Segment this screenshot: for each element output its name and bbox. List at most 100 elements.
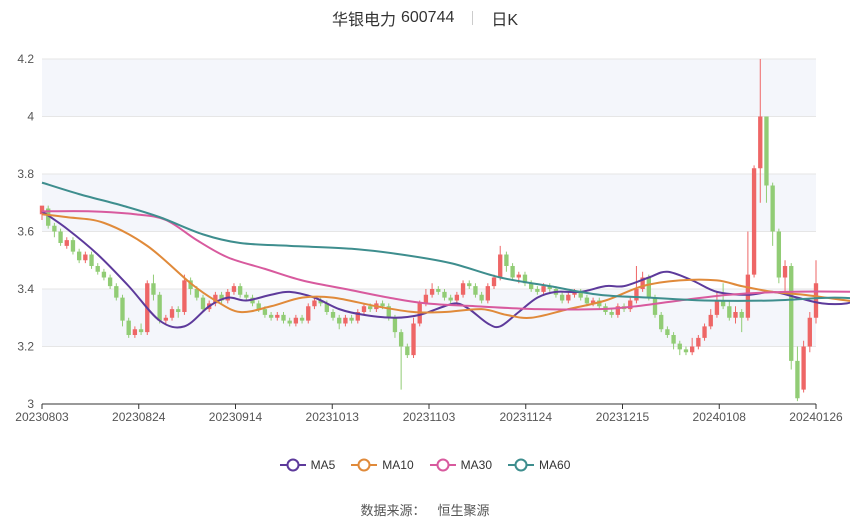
candle-body: [795, 360, 800, 399]
chart-legend: MA5 MA10 MA30 MA60: [0, 458, 850, 472]
candle-body: [702, 326, 707, 338]
legend-label-ma60: MA60: [539, 458, 571, 472]
y-tick-label: 3.2: [17, 340, 34, 354]
y-tick-label: 3.6: [17, 225, 34, 239]
candle-body: [751, 168, 757, 275]
candle-body: [473, 286, 478, 295]
candle-body: [429, 289, 435, 295]
legend-item-ma60[interactable]: MA60: [508, 458, 570, 472]
candle-body: [138, 329, 144, 333]
candle-body: [89, 254, 94, 266]
candle-body: [392, 317, 398, 333]
y-tick-label: 4.2: [17, 52, 34, 66]
candle-body: [411, 323, 416, 356]
y-tick-label: 4: [27, 110, 34, 124]
x-tick-label: 20240108: [693, 410, 747, 424]
candle-body: [566, 294, 571, 301]
candle-body: [244, 294, 249, 298]
candle-body: [225, 291, 230, 301]
candle-body: [262, 309, 268, 315]
candle-body: [634, 289, 639, 301]
candlestick-chart: 3 3.2 3.4 3.6 3.8 4 4.2 20230803 20230824 2023091…: [15, 52, 850, 424]
candle-body: [76, 251, 82, 261]
candle-body: [83, 254, 88, 261]
candle-body: [758, 116, 763, 169]
candle-body: [770, 185, 775, 232]
candle-body: [801, 346, 806, 390]
candle-body: [380, 303, 385, 307]
candle-body: [460, 283, 466, 295]
candle-body: [107, 277, 113, 287]
candle-body: [659, 314, 664, 330]
x-tick-label: 20231124: [500, 410, 553, 424]
candle-body: [368, 306, 373, 310]
candle-body: [714, 300, 720, 315]
candle-body: [535, 289, 540, 292]
candle-body: [652, 297, 658, 315]
candle-body: [733, 312, 738, 318]
candle-body: [306, 306, 311, 321]
candle-body: [510, 266, 515, 278]
x-tick-label: 20240126: [789, 410, 843, 424]
candle-body: [516, 274, 521, 278]
candle-body: [442, 291, 447, 298]
candle-body: [330, 312, 336, 318]
legend-label-ma5: MA5: [310, 458, 336, 472]
legend-item-ma10[interactable]: MA10: [351, 458, 414, 472]
x-tick-label: 20231103: [403, 410, 456, 424]
candle-body: [52, 225, 57, 232]
candle-body: [609, 312, 614, 315]
candle-body: [504, 254, 509, 266]
candle-body: [349, 317, 354, 321]
candle-body: [417, 303, 422, 324]
candle-body: [101, 271, 107, 278]
candle-body: [813, 283, 819, 318]
candle-body: [64, 240, 69, 246]
x-tick-label: 20230803: [15, 410, 69, 424]
candle-body: [423, 294, 429, 304]
candle-body: [176, 309, 181, 312]
candle-body: [299, 317, 305, 321]
candle-body: [126, 320, 131, 335]
candle-body: [696, 337, 701, 347]
candle-body: [739, 312, 744, 318]
candle-body: [454, 294, 460, 301]
grid-band: [42, 174, 816, 232]
x-tick-label: 20230914: [209, 410, 263, 424]
candle-body: [727, 306, 732, 318]
candle-body: [405, 346, 410, 356]
candle-body: [293, 317, 299, 324]
legend-label-ma10: MA10: [382, 458, 414, 472]
candle-body: [120, 297, 125, 321]
candle-body: [541, 286, 546, 292]
candle-body: [337, 317, 342, 324]
candle-body: [132, 329, 138, 335]
candle-body: [268, 314, 274, 318]
candle-body: [646, 277, 651, 298]
candle-body: [491, 277, 497, 287]
candle-body: [157, 294, 162, 321]
candle-body: [275, 314, 280, 318]
candle-body: [467, 283, 472, 287]
candle-body: [58, 231, 63, 243]
candle-body: [281, 314, 286, 321]
candle-body: [559, 294, 565, 301]
x-tick-label: 20231215: [596, 410, 650, 424]
candle-body: [776, 231, 782, 278]
candle-body: [436, 289, 441, 292]
legend-item-ma30[interactable]: MA30: [429, 458, 492, 472]
candle-body: [114, 286, 119, 298]
candle-body: [448, 297, 453, 301]
legend-marker-ma5: [279, 458, 306, 472]
candle-body: [70, 240, 76, 252]
x-tick-label: 20231013: [306, 410, 360, 424]
candle-body: [398, 332, 404, 347]
candle-body: [312, 300, 317, 307]
legend-marker-ma60: [508, 458, 535, 472]
candle-body: [200, 297, 206, 310]
candle-body: [807, 317, 812, 347]
legend-item-ma5[interactable]: MA5: [279, 458, 336, 472]
candle-body: [479, 294, 484, 301]
x-tick-label: 20230824: [112, 410, 166, 424]
candle-body: [95, 266, 100, 272]
